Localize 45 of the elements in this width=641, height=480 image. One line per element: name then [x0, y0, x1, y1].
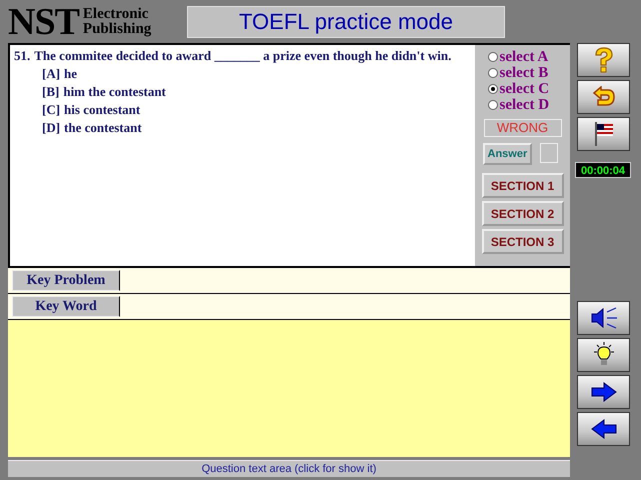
option-letter: [C] [42, 101, 60, 119]
question-number: 51. [14, 47, 30, 65]
option-letter: [A] [42, 65, 60, 83]
left-arrow-icon [590, 419, 616, 439]
option-text: his contestant [64, 101, 140, 119]
answer-button[interactable]: Answer [482, 143, 532, 165]
option-text: the contestant [64, 119, 142, 137]
help-button[interactable] [577, 43, 630, 77]
logo-subtitle: Publishing [82, 22, 152, 36]
radio-icon[interactable] [488, 84, 498, 94]
radio-option[interactable]: select B [488, 65, 558, 81]
answer-box [540, 143, 558, 163]
result-label: WRONG [484, 119, 562, 137]
timer: 00:00:04 [575, 162, 631, 178]
key-label: Key Word [12, 296, 120, 317]
previous-button[interactable] [577, 412, 630, 446]
option-text: he [64, 65, 78, 83]
sound-button[interactable] [577, 301, 630, 335]
flag-button[interactable] [577, 117, 630, 151]
radio-icon[interactable] [488, 52, 498, 62]
radio-icon[interactable] [488, 68, 498, 78]
flag-icon [592, 121, 614, 147]
window-title: TOEFL practice mode [187, 6, 505, 38]
return-arrow-icon [592, 86, 616, 108]
logo-subtitle: Electronic [82, 6, 150, 22]
speaker-icon [588, 306, 618, 330]
section-button[interactable]: SECTION 3 [482, 229, 564, 254]
radio-option[interactable]: select D [488, 97, 558, 113]
radio-option[interactable]: select C [488, 81, 558, 97]
question-text: The commitee decided to award _______ a prize even though he didn't win. [34, 47, 452, 65]
logo-mark: NST [8, 2, 79, 40]
option-letter: [B] [42, 83, 60, 101]
option-text: him the contestant [63, 83, 166, 101]
option-letter: [D] [42, 119, 60, 137]
back-button[interactable] [577, 80, 630, 114]
question-mark-icon [592, 46, 614, 74]
key-label: Key Problem [12, 270, 120, 291]
status-bar[interactable]: Question text area (click for show it) [8, 460, 570, 477]
radio-option[interactable]: select A [488, 49, 558, 65]
section-button[interactable]: SECTION 1 [482, 173, 564, 198]
hint-button[interactable] [577, 338, 630, 372]
section-button[interactable]: SECTION 2 [482, 201, 564, 226]
next-button[interactable] [577, 375, 630, 409]
right-arrow-icon [590, 382, 616, 402]
radio-icon[interactable] [488, 100, 498, 110]
